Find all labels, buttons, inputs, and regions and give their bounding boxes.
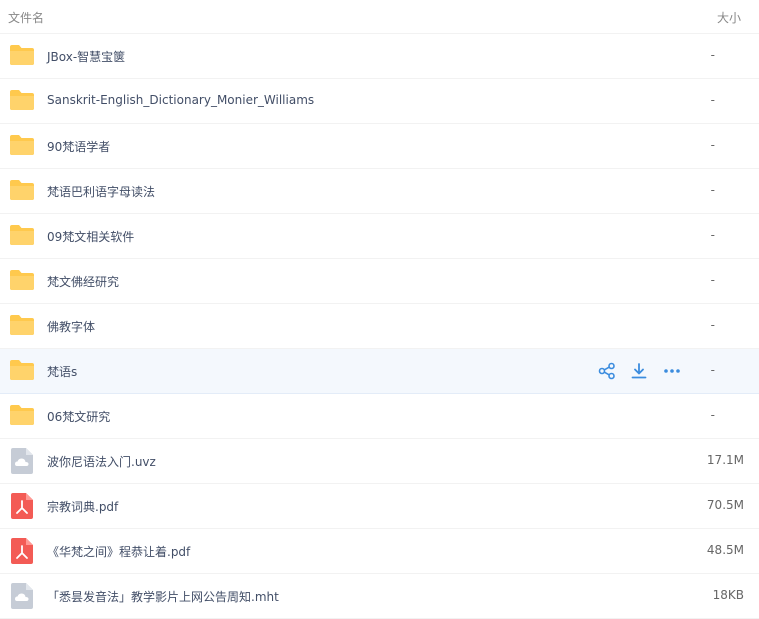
- file-row[interactable]: 09梵文相关软件 -: [0, 214, 759, 259]
- file-list: JBox-智慧宝箧 - Sanskrit-English_Dictionary_Mo…: [0, 34, 759, 619]
- file-name-link[interactable]: 《华梵之间》程恭让着.pdf: [47, 543, 190, 560]
- file-name-link[interactable]: 06梵文研究: [47, 408, 110, 425]
- file-row[interactable]: 波你尼语法入门.uvz 17.1M: [0, 439, 759, 484]
- file-size: 48.5M: [706, 543, 744, 557]
- file-name-link[interactable]: 宗教词典.pdf: [47, 498, 118, 515]
- file-name-link[interactable]: 90梵语学者: [47, 138, 110, 155]
- folder-icon: [9, 224, 35, 248]
- file-size: -: [710, 48, 715, 62]
- file-name-link[interactable]: 09梵文相关软件: [47, 228, 134, 245]
- file-name-link[interactable]: 梵语巴利语字母读法: [47, 183, 155, 200]
- folder-icon: [9, 404, 35, 428]
- download-icon[interactable]: [630, 362, 648, 380]
- folder-icon: [9, 89, 35, 113]
- pdf-file-icon: [11, 493, 37, 519]
- file-row[interactable]: 宗教词典.pdf 70.5M: [0, 484, 759, 529]
- file-row[interactable]: 梵语s -: [0, 349, 759, 394]
- folder-icon: [9, 179, 35, 203]
- file-row[interactable]: 《华梵之间》程恭让着.pdf 48.5M: [0, 529, 759, 574]
- file-icon: [11, 448, 37, 474]
- file-size: -: [710, 273, 715, 287]
- file-size: -: [710, 138, 715, 152]
- folder-icon: [9, 359, 35, 383]
- file-name-link[interactable]: 波你尼语法入门.uvz: [47, 453, 156, 470]
- file-size: 70.5M: [706, 498, 744, 512]
- file-list-header: 文件名 大小: [0, 0, 759, 34]
- file-name-link[interactable]: JBox-智慧宝箧: [47, 48, 125, 65]
- file-row[interactable]: 「悉昙发音法」教学影片上网公告周知.mht 18KB: [0, 574, 759, 619]
- file-row[interactable]: JBox-智慧宝箧 -: [0, 34, 759, 79]
- pdf-file-icon: [11, 538, 37, 564]
- folder-icon: [9, 269, 35, 293]
- file-row[interactable]: 佛教字体 -: [0, 304, 759, 349]
- folder-icon: [9, 314, 35, 338]
- file-size: -: [710, 183, 715, 197]
- file-name-link[interactable]: 佛教字体: [47, 318, 95, 335]
- file-name-link[interactable]: 梵语s: [47, 363, 77, 380]
- file-size: -: [710, 93, 715, 107]
- file-name-link[interactable]: 「悉昙发音法」教学影片上网公告周知.mht: [47, 588, 279, 605]
- file-icon: [11, 583, 37, 609]
- folder-icon: [9, 134, 35, 158]
- file-size: -: [710, 228, 715, 242]
- file-size: -: [710, 318, 715, 332]
- file-name-link[interactable]: Sanskrit-English_Dictionary_Monier_Willi…: [47, 93, 314, 107]
- share-icon[interactable]: [598, 362, 616, 380]
- file-row[interactable]: 梵语巴利语字母读法 -: [0, 169, 759, 214]
- file-row[interactable]: Sanskrit-English_Dictionary_Monier_Willi…: [0, 79, 759, 124]
- file-size: 17.1M: [706, 453, 744, 467]
- column-header-name[interactable]: 文件名: [8, 9, 44, 26]
- file-size: -: [710, 363, 715, 377]
- file-size: 18KB: [712, 588, 744, 602]
- file-row[interactable]: 梵文佛经研究 -: [0, 259, 759, 304]
- file-row[interactable]: 90梵语学者 -: [0, 124, 759, 169]
- more-icon[interactable]: [663, 362, 681, 380]
- folder-icon: [9, 44, 35, 68]
- column-header-size[interactable]: 大小: [717, 9, 741, 26]
- file-size: -: [710, 408, 715, 422]
- file-row[interactable]: 06梵文研究 -: [0, 394, 759, 439]
- file-name-link[interactable]: 梵文佛经研究: [47, 273, 119, 290]
